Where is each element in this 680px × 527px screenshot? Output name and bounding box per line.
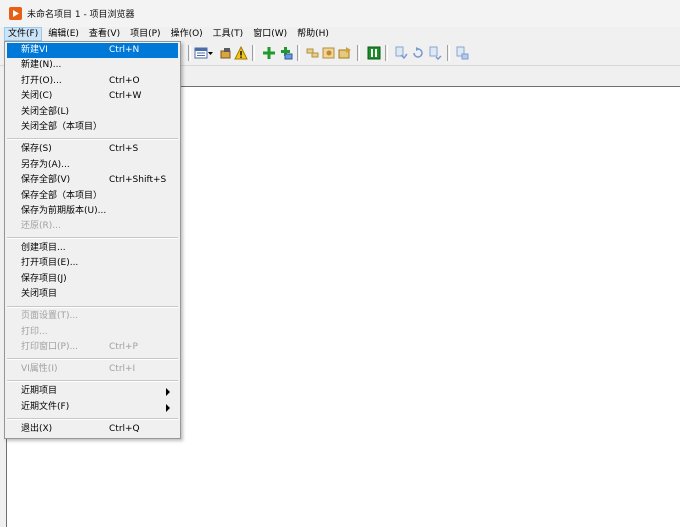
run-icon[interactable] — [367, 46, 381, 60]
menu-item-recent-files[interactable]: 近期文件(F) — [7, 400, 178, 415]
menu-item-shortcut: Ctrl+S — [109, 144, 139, 154]
menu-item-exit[interactable]: 退出(X) Ctrl+Q — [7, 422, 178, 437]
title-bar[interactable]: 未命名项目 1 - 项目浏览器 — [0, 0, 680, 27]
menu-item-recent-projects[interactable]: 近期项目 — [7, 384, 178, 399]
menu-item-vi-properties[interactable]: VI属性(I) Ctrl+I — [7, 362, 178, 377]
menu-item-label: 关闭全部（本项目） — [21, 122, 103, 132]
toolbar-separator — [447, 45, 450, 61]
menu-item-save-all[interactable]: 保存全部(V) Ctrl+Shift+S — [7, 173, 178, 188]
menu-item-label: 新建VI — [21, 45, 48, 55]
menu-operate[interactable]: 操作(O) — [167, 27, 207, 41]
menu-item-open[interactable]: 打开(O)... Ctrl+O — [7, 74, 178, 89]
refresh-icon[interactable] — [411, 46, 425, 60]
menu-separator — [7, 358, 178, 360]
menu-item-shortcut: Ctrl+Q — [109, 424, 140, 434]
menu-item-label: 页面设置(T)... — [21, 311, 79, 321]
menu-item-save-as[interactable]: 另存为(A)... — [7, 158, 178, 173]
menu-item-page-setup[interactable]: 页面设置(T)... — [7, 309, 178, 324]
menu-item-label: 新建(N)... — [21, 60, 62, 70]
project-explorer-window: 未命名项目 1 - 项目浏览器 文件(F) 编辑(E) 查看(V) 项目(P) … — [0, 0, 680, 527]
add-folder-icon[interactable] — [279, 46, 293, 60]
menu-item-label: 保存项目(J) — [21, 274, 67, 284]
toolbar-separator — [297, 45, 300, 61]
help-icon[interactable] — [455, 46, 469, 60]
menu-item-new[interactable]: 新建(N)... — [7, 58, 178, 73]
menu-item-close-project[interactable]: 关闭项目 — [7, 287, 178, 302]
menu-item-label: 近期文件(F) — [21, 402, 70, 412]
menu-item-label: 保存全部（本项目） — [21, 191, 103, 201]
menu-item-label: 退出(X) — [21, 424, 53, 434]
toolbar-separator — [385, 45, 388, 61]
menu-item-label: 还原(R)... — [21, 221, 61, 231]
menu-item-label: VI属性(I) — [21, 364, 58, 374]
file-menu-dropdown: 新建VI Ctrl+N 新建(N)... 打开(O)... Ctrl+O 关闭(… — [4, 41, 181, 439]
menu-tools[interactable]: 工具(T) — [209, 27, 248, 41]
menu-item-close[interactable]: 关闭(C) Ctrl+W — [7, 89, 178, 104]
menu-file[interactable]: 文件(F) — [4, 27, 43, 41]
menu-item-revert[interactable]: 还原(R)... — [7, 219, 178, 234]
dependencies-icon[interactable] — [306, 46, 320, 60]
menu-item-save[interactable]: 保存(S) Ctrl+S — [7, 142, 178, 157]
menu-item-print[interactable]: 打印... — [7, 325, 178, 340]
window-title: 未命名项目 1 - 项目浏览器 — [27, 10, 135, 20]
menu-item-label: 打开(O)... — [21, 76, 62, 86]
menu-item-shortcut: Ctrl+N — [109, 45, 140, 55]
build-icon[interactable] — [219, 46, 233, 60]
menu-item-shortcut: Ctrl+P — [109, 342, 138, 352]
menu-item-shortcut: Ctrl+W — [109, 91, 142, 101]
menu-separator — [7, 306, 178, 308]
menu-separator — [7, 237, 178, 239]
menu-help[interactable]: 帮助(H) — [293, 27, 333, 41]
menu-item-shortcut: Ctrl+O — [109, 76, 140, 86]
toolbar-separator — [188, 45, 191, 61]
menu-item-save-all-project[interactable]: 保存全部（本项目） — [7, 189, 178, 204]
submenu-arrow-icon — [166, 388, 170, 396]
menu-view[interactable]: 查看(V) — [85, 27, 124, 41]
menu-window[interactable]: 窗口(W) — [249, 27, 291, 41]
menu-item-open-project[interactable]: 打开项目(E)... — [7, 256, 178, 271]
menu-item-save-previous-version[interactable]: 保存为前期版本(U)... — [7, 204, 178, 219]
menu-item-label: 打印窗口(P)... — [21, 342, 79, 352]
toolbar-separator — [357, 45, 360, 61]
menu-item-create-project[interactable]: 创建项目... — [7, 241, 178, 256]
menu-project[interactable]: 项目(P) — [126, 27, 164, 41]
menu-separator — [7, 380, 178, 382]
labview-project-icon — [9, 7, 22, 20]
collapse-icon[interactable] — [428, 46, 442, 61]
menu-item-label: 另存为(A)... — [21, 160, 70, 170]
menu-item-label: 保存(S) — [21, 144, 52, 154]
view-list-icon[interactable] — [194, 46, 208, 60]
menu-item-label: 保存为前期版本(U)... — [21, 206, 107, 216]
menu-separator — [7, 418, 178, 420]
menu-item-label: 打开项目(E)... — [21, 258, 79, 268]
menu-item-shortcut: Ctrl+I — [109, 364, 136, 374]
menu-item-close-all-project[interactable]: 关闭全部（本项目） — [7, 120, 178, 135]
menu-item-label: 保存全部(V) — [21, 175, 71, 185]
toolbar-separator — [252, 45, 255, 61]
menu-item-shortcut: Ctrl+Shift+S — [109, 175, 167, 185]
menu-item-close-all[interactable]: 关闭全部(L) — [7, 105, 178, 120]
add-icon[interactable] — [262, 46, 276, 60]
menu-item-new-vi[interactable]: 新建VI Ctrl+N — [7, 43, 178, 58]
warning-icon[interactable] — [234, 45, 248, 60]
menu-separator — [7, 138, 178, 140]
menu-edit[interactable]: 编辑(E) — [44, 27, 83, 41]
menu-item-save-project[interactable]: 保存项目(J) — [7, 272, 178, 287]
menu-item-label: 打印... — [21, 327, 48, 337]
menu-item-label: 关闭(C) — [21, 91, 53, 101]
menu-item-label: 创建项目... — [21, 243, 66, 253]
dropdown-icon[interactable] — [207, 46, 214, 60]
expand-icon[interactable] — [394, 46, 408, 60]
settings-icon[interactable] — [322, 46, 336, 60]
configure-icon[interactable] — [338, 46, 352, 60]
menu-item-label: 近期项目 — [21, 386, 58, 396]
menu-item-label: 关闭全部(L) — [21, 107, 70, 117]
menu-item-label: 关闭项目 — [21, 289, 58, 299]
menu-item-print-window[interactable]: 打印窗口(P)... Ctrl+P — [7, 340, 178, 355]
menu-bar: 文件(F) 编辑(E) 查看(V) 项目(P) 操作(O) 工具(T) 窗口(W… — [0, 27, 680, 41]
submenu-arrow-icon — [166, 404, 170, 412]
